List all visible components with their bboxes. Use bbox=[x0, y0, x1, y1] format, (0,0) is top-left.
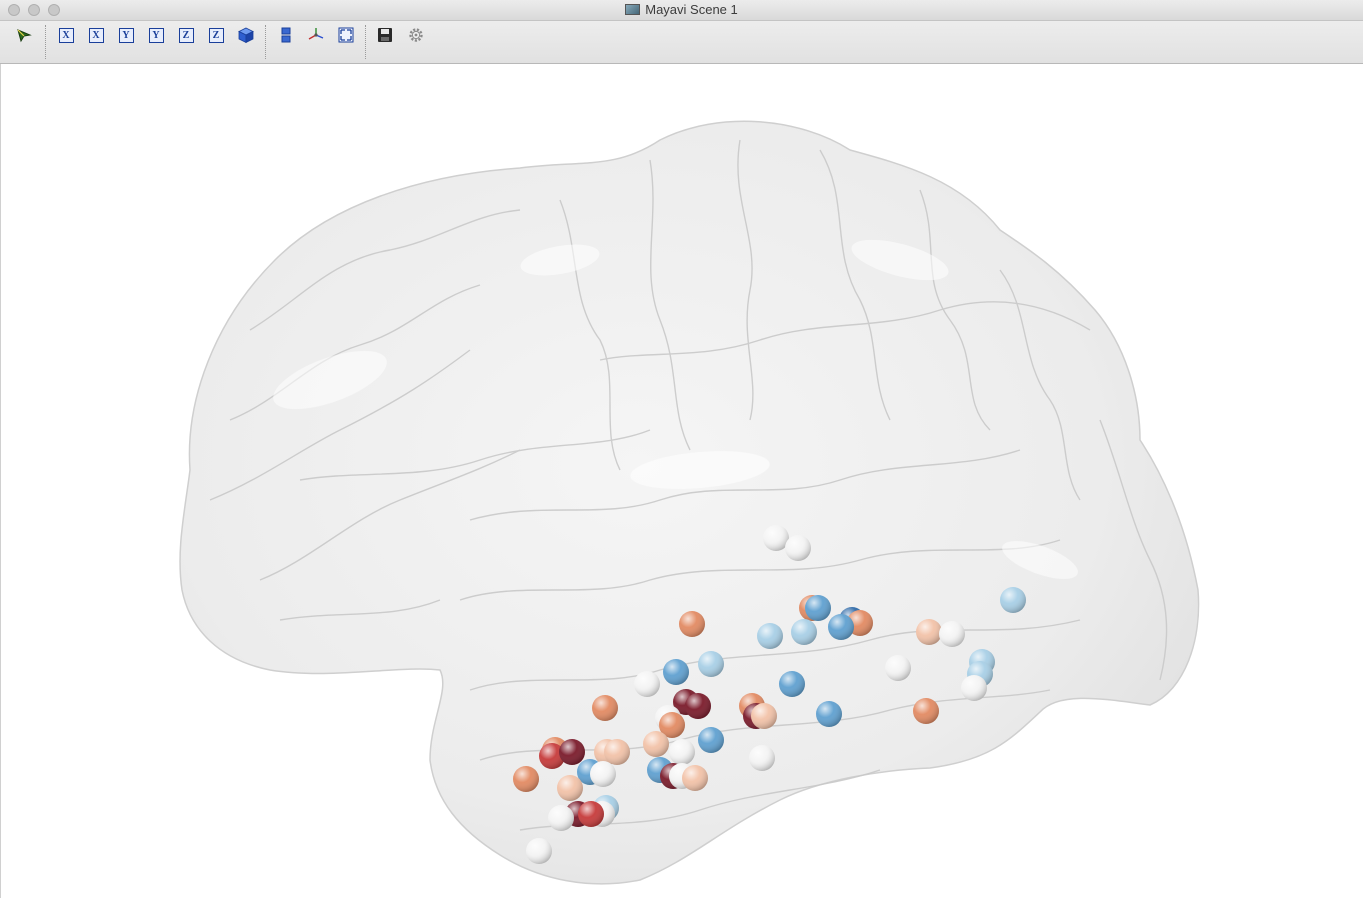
electrode-sphere-shading bbox=[643, 731, 669, 757]
electrode-sphere-shading bbox=[685, 693, 711, 719]
configure-button[interactable] bbox=[406, 25, 426, 45]
view-y-negative-label: Y bbox=[148, 27, 164, 43]
electrode-sphere-shading bbox=[578, 801, 604, 827]
title-bar: Mayavi Scene 1 bbox=[0, 0, 1363, 21]
fullscreen-icon bbox=[338, 27, 354, 43]
electrode-sphere-shading bbox=[816, 701, 842, 727]
view-y-positive-label: Y bbox=[118, 27, 134, 43]
electrode-sphere-shading bbox=[526, 838, 552, 864]
show-axes-button[interactable] bbox=[306, 25, 326, 45]
projection-icon bbox=[281, 27, 291, 43]
cube-icon bbox=[238, 27, 254, 44]
view-z-negative-label: Z bbox=[208, 27, 224, 43]
electrode-sphere-shading bbox=[590, 761, 616, 787]
electrode-sphere-shading bbox=[679, 611, 705, 637]
electrode-sphere-shading bbox=[961, 675, 987, 701]
electrode-sphere-shading bbox=[669, 739, 695, 765]
electrode-sphere-shading bbox=[913, 698, 939, 724]
scene-viewport[interactable] bbox=[0, 64, 1363, 898]
view-z-negative-button[interactable]: Z bbox=[206, 25, 226, 45]
electrode-sphere-shading bbox=[757, 623, 783, 649]
scene-toolbar: X X Y Y Z Z bbox=[0, 21, 1363, 64]
electrode-sphere-shading bbox=[634, 671, 660, 697]
view-x-negative-label: X bbox=[88, 27, 104, 43]
view-x-positive-label: X bbox=[58, 27, 74, 43]
electrode-sphere-shading bbox=[916, 619, 942, 645]
electrode-sphere-shading bbox=[698, 727, 724, 753]
fullscreen-button[interactable] bbox=[336, 25, 356, 45]
electrode-sphere-shading bbox=[604, 739, 630, 765]
gear-icon bbox=[409, 28, 423, 42]
save-button[interactable] bbox=[375, 25, 395, 45]
isometric-view-button[interactable] bbox=[236, 25, 256, 45]
electrode-sphere-shading bbox=[785, 535, 811, 561]
select-tool-button[interactable] bbox=[14, 25, 34, 45]
toolbar-separator bbox=[45, 25, 46, 59]
window-left-edge bbox=[0, 64, 1, 898]
scene-window-icon bbox=[625, 4, 641, 15]
view-z-positive-button[interactable]: Z bbox=[176, 25, 196, 45]
electrode-sphere-shading bbox=[559, 739, 585, 765]
brain-scene bbox=[179, 120, 1200, 885]
electrode-sphere-shading bbox=[513, 766, 539, 792]
save-icon bbox=[378, 28, 392, 42]
view-y-positive-button[interactable]: Y bbox=[116, 25, 136, 45]
electrode-sphere-shading bbox=[828, 614, 854, 640]
toolbar-separator bbox=[265, 25, 266, 59]
electrode-sphere-shading bbox=[805, 595, 831, 621]
view-y-negative-button[interactable]: Y bbox=[146, 25, 166, 45]
electrode-sphere-shading bbox=[682, 765, 708, 791]
electrode-sphere-shading bbox=[791, 619, 817, 645]
view-x-positive-button[interactable]: X bbox=[56, 25, 76, 45]
electrode-sphere-shading bbox=[663, 659, 689, 685]
electrode-sphere-shading bbox=[939, 621, 965, 647]
electrode-sphere-shading bbox=[751, 703, 777, 729]
window-title: Mayavi Scene 1 bbox=[645, 2, 738, 17]
electrode-sphere-shading bbox=[548, 805, 574, 831]
electrode-sphere-shading bbox=[885, 655, 911, 681]
view-z-positive-label: Z bbox=[178, 27, 194, 43]
pointer-icon bbox=[17, 29, 32, 43]
electrode-sphere-shading bbox=[749, 745, 775, 771]
toolbar-separator bbox=[365, 25, 366, 59]
electrode-sphere-shading bbox=[779, 671, 805, 697]
parallel-projection-button[interactable] bbox=[276, 25, 296, 45]
axes-icon bbox=[308, 28, 324, 40]
electrode-sphere-shading bbox=[698, 651, 724, 677]
electrode-sphere-shading bbox=[1000, 587, 1026, 613]
window-title-container: Mayavi Scene 1 bbox=[0, 0, 1363, 20]
electrode-sphere-shading bbox=[592, 695, 618, 721]
view-x-negative-button[interactable]: X bbox=[86, 25, 106, 45]
electrode-sphere-shading bbox=[557, 775, 583, 801]
